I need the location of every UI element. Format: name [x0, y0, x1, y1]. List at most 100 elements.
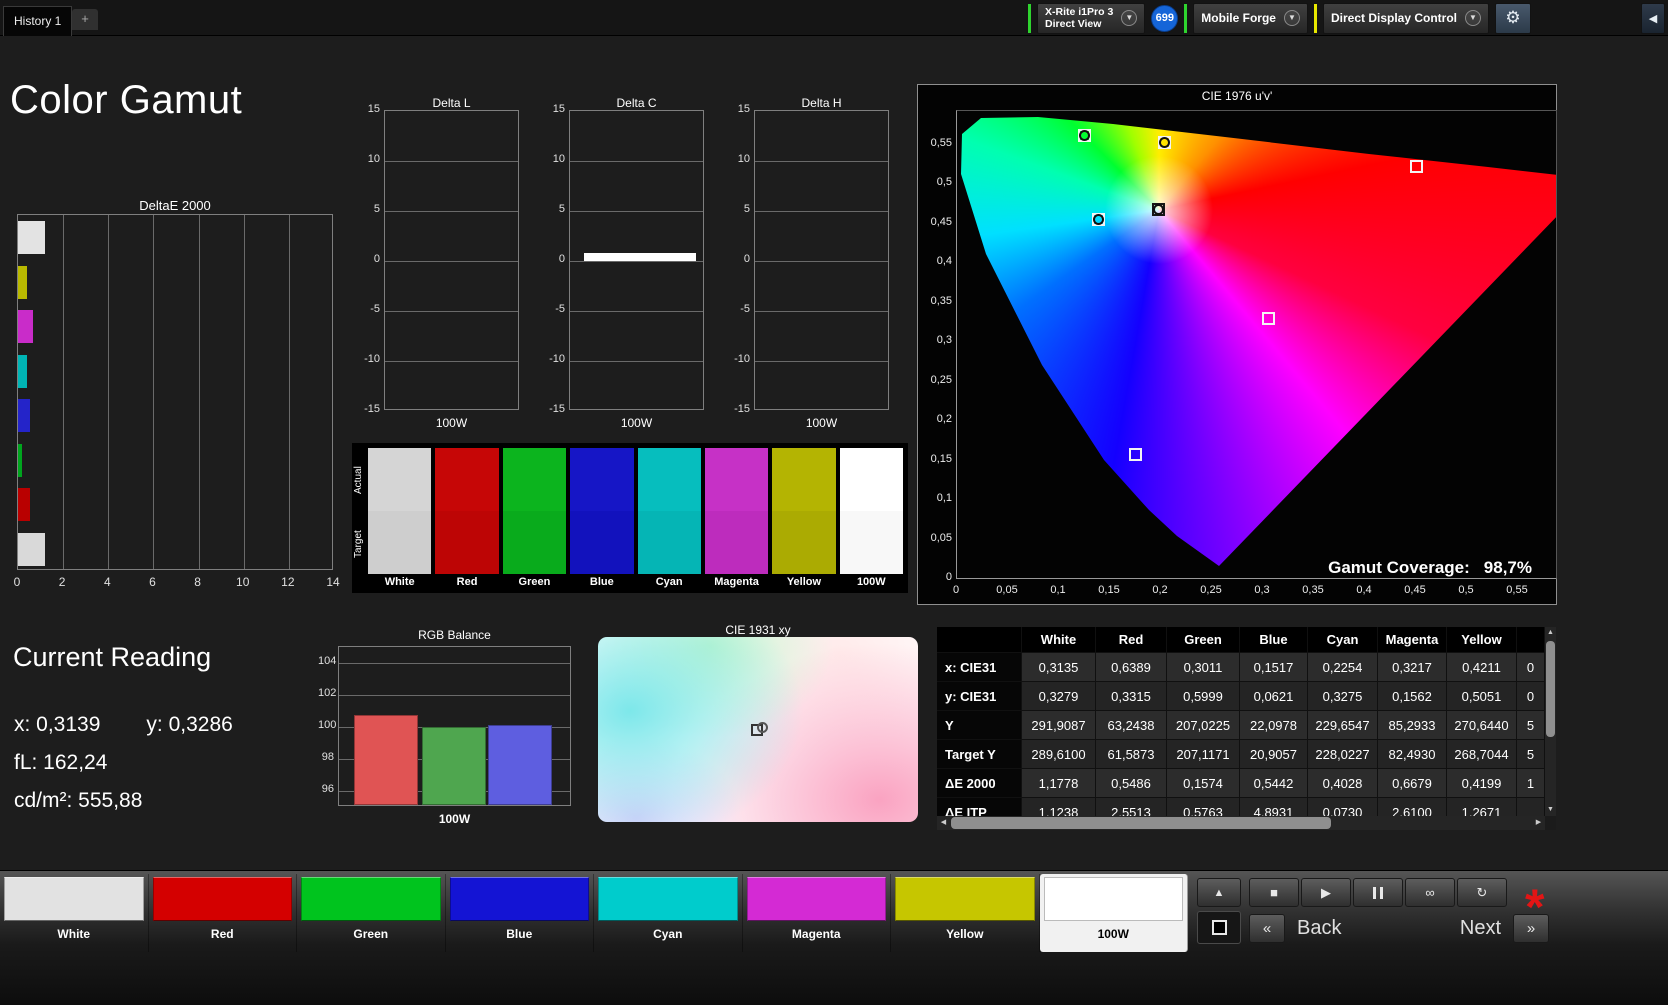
y-tick-label: 0 — [558, 253, 565, 265]
swatch-target — [570, 511, 634, 574]
table-vertical-scrollbar[interactable]: ▲ ▼ — [1545, 627, 1556, 816]
marker-circle — [757, 721, 769, 733]
x-tick-label: 0,35 — [1302, 584, 1324, 596]
table-row-label: x: CIE31 — [937, 653, 1022, 682]
collapse-arrow-icon: ◀ — [1648, 12, 1658, 25]
double-chevron-left-icon: « — [1262, 919, 1272, 937]
patch-label: 100W — [1097, 927, 1129, 941]
y-tick-label: -15 — [734, 403, 750, 415]
deltae2000-plot — [17, 214, 333, 570]
table-cell: 4,8931 — [1240, 798, 1308, 816]
gridline — [339, 663, 570, 664]
scroll-down-icon[interactable]: ▼ — [1545, 804, 1556, 816]
patch-window-button[interactable] — [1197, 911, 1241, 944]
y-tick-label: 98 — [321, 751, 334, 763]
delta-l-chart: Delta L 100W 15 10 5 0 -5 -10 -15 — [360, 96, 525, 441]
scroll-right-icon[interactable]: ▶ — [1532, 816, 1545, 830]
pause-button[interactable] — [1353, 878, 1403, 907]
table-row-label: Target Y — [937, 740, 1022, 769]
patch-100w[interactable]: 100W — [1039, 874, 1188, 952]
patch-blue[interactable]: Blue — [446, 874, 594, 952]
workflow-label: Mobile Forge — [1201, 11, 1276, 25]
swatch-magenta — [704, 448, 769, 574]
continuous-measure-button[interactable]: ∞ — [1405, 878, 1455, 907]
swatch-labels: White Red Green Blue Cyan Magenta Yellow 100W — [368, 576, 903, 592]
table-cell: 0,3011 — [1167, 653, 1240, 682]
patch-button-row: White Red Green Blue Cyan Magenta Yellow 100W — [0, 874, 1188, 952]
table-header-cell: Blue — [1240, 627, 1308, 653]
display-control-label: Direct Display Control — [1330, 11, 1457, 25]
table-cell: 63,2438 — [1096, 711, 1167, 740]
table-cell: 0,3275 — [1308, 682, 1378, 711]
deltae-bar-white — [18, 221, 45, 254]
refresh-button[interactable]: ↻ — [1457, 878, 1507, 907]
patch-yellow[interactable]: Yellow — [891, 874, 1040, 952]
y-tick-label: -5 — [555, 303, 565, 315]
target-row-label: Target — [353, 530, 364, 558]
chevron-down-icon[interactable]: ▼ — [1465, 10, 1481, 26]
patch-count-badge[interactable]: 699 — [1151, 4, 1179, 32]
collapse-panel-button[interactable]: ◀ — [1641, 2, 1665, 34]
calibration-app: History 1 + X-Rite i1Pro 3 Direct View ▼… — [0, 0, 1668, 1005]
gridline — [108, 215, 110, 569]
up-arrow-icon: ▲ — [1213, 886, 1225, 899]
play-button[interactable]: ▶ — [1301, 878, 1351, 907]
swatch-blue — [570, 448, 634, 574]
expand-up-button[interactable]: ▲ — [1197, 878, 1241, 907]
gridline — [755, 261, 888, 262]
workflow-dropdown[interactable]: Mobile Forge ▼ — [1193, 2, 1308, 34]
table-cell: 0,5999 — [1167, 682, 1240, 711]
gridline — [385, 261, 518, 262]
marker-blue-primary — [1129, 447, 1143, 461]
gridline — [755, 311, 888, 312]
vertical-scroll-thumb[interactable] — [1546, 641, 1555, 737]
table-header-cell — [1517, 627, 1545, 653]
current-reading-cdm2: cd/m²: 555,88 — [14, 789, 143, 812]
delta-l-title: Delta L — [432, 96, 471, 110]
y-tick-label: 0 — [373, 253, 380, 265]
swatch-label: 100W — [856, 576, 886, 588]
current-reading-y: y: 0,3286 — [146, 713, 233, 736]
history-tab[interactable]: History 1 — [3, 6, 73, 36]
scroll-up-icon[interactable]: ▲ — [1545, 627, 1556, 639]
display-control-dropdown[interactable]: Direct Display Control ▼ — [1322, 2, 1489, 34]
table-cell: 0,3315 — [1096, 682, 1167, 711]
chevron-down-icon[interactable]: ▼ — [1283, 10, 1300, 26]
patch-green[interactable]: Green — [297, 874, 446, 952]
deltae-bar-100w — [18, 532, 46, 566]
settings-button[interactable]: ⚙ — [1495, 2, 1531, 34]
scroll-left-icon[interactable]: ◀ — [937, 816, 950, 830]
y-tick-label: 5 — [373, 203, 380, 215]
y-tick-label: 15 — [737, 103, 750, 115]
rgb-bar-blue — [488, 725, 552, 805]
add-tab-button[interactable]: + — [72, 9, 98, 30]
chevron-down-icon[interactable]: ▼ — [1121, 10, 1138, 26]
patch-white[interactable]: White — [0, 874, 149, 952]
y-tick-label: 10 — [552, 153, 565, 165]
back-button[interactable]: « — [1249, 913, 1285, 943]
x-tick-label: 0,4 — [1356, 584, 1372, 596]
patch-cyan[interactable]: Cyan — [594, 874, 743, 952]
deltae-bar-blue — [18, 399, 31, 432]
gridline — [243, 215, 245, 569]
meter-dropdown[interactable]: X-Rite i1Pro 3 Direct View ▼ — [1037, 2, 1146, 34]
table-cell: 0,3217 — [1378, 653, 1447, 682]
scrollbar-corner — [1545, 816, 1556, 830]
table-horizontal-scrollbar[interactable]: ◀ ▶ — [937, 816, 1545, 830]
swatch-label: Cyan — [655, 576, 683, 588]
patch-label: Magenta — [791, 927, 841, 941]
gamut-coverage-label: Gamut Coverage: — [1328, 558, 1470, 577]
next-button[interactable]: » — [1513, 913, 1549, 943]
table-cell: 1,1778 — [1022, 769, 1096, 798]
patch-red[interactable]: Red — [149, 874, 297, 952]
table-cell: 0,6389 — [1096, 653, 1167, 682]
table-cell: 0,5486 — [1096, 769, 1167, 798]
stop-button[interactable]: ■ — [1249, 878, 1299, 907]
patch-magenta[interactable]: Magenta — [743, 874, 891, 952]
horizontal-scroll-thumb[interactable] — [951, 817, 1331, 829]
table-header-cell: Cyan — [1308, 627, 1378, 653]
swatch-cyan — [637, 448, 701, 574]
x-tick-label: 0 — [13, 575, 21, 589]
delta-l-xlabel: 100W — [435, 416, 468, 430]
table-cell — [1517, 798, 1545, 816]
